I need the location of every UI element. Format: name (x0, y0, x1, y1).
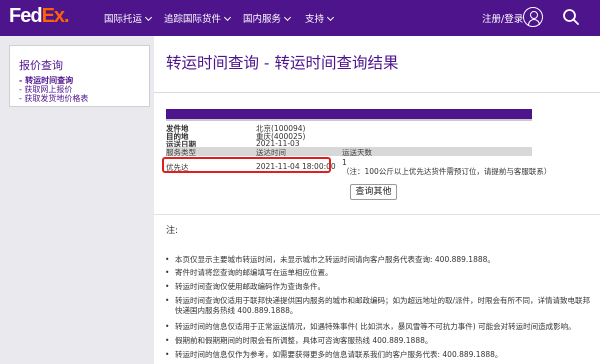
note-item: 本页仅显示主要城市转运时间，未显示城市之转运时间请向客户服务代表查询: 400.… (165, 255, 591, 265)
highlight-box (162, 157, 331, 173)
nav-label: 国内服务 (243, 14, 282, 25)
search-again-button[interactable]: 查询其他 (350, 184, 397, 200)
search-icon[interactable] (562, 8, 580, 26)
nav-support[interactable]: 支持 (305, 11, 335, 25)
note-item: 转运时间的信息仅作为参考，如需要获得更多的信息请联系我们的客户服务代表: 400… (165, 350, 591, 360)
nav-label: 支持 (305, 14, 325, 25)
divider (154, 92, 600, 93)
sidebar-item-rate-table[interactable]: - 获取发货地价格表 (19, 93, 88, 104)
results-table-header: 服务类型 送达时间 运送天数 (166, 147, 532, 157)
note-item: 转运时间查询仅使用邮政编码作为查询条件。 (165, 282, 591, 292)
nav-label: 国际托运 (104, 14, 143, 25)
nav-track-international[interactable]: 追踪国际货件 (164, 11, 232, 25)
chevron-down-icon (223, 13, 232, 22)
result-header-bar (166, 109, 532, 119)
note-item: 转运时间的信息仅适用于正常运送情况，如遇特殊事件( 比如洪水，暴风雪等不可抗力事… (165, 322, 591, 332)
row-note: （注：100公斤以上优先达货件需预订位，请提前与客服联系） (342, 167, 552, 176)
nav-international-shipping[interactable]: 国际托运 (104, 11, 153, 25)
logo-fed: Fed (9, 5, 43, 27)
user-icon[interactable] (523, 7, 543, 27)
nav-domestic-service[interactable]: 国内服务 (243, 11, 292, 25)
result-header-underline (166, 119, 532, 121)
note-item: 转运时间查询仅适用于联邦快递提供国内服务的城市和邮政编码；如为超远地址的取/派件… (165, 296, 591, 316)
main-content: 转运时间查询 - 转运时间查询结果 发件地 北京(100094) 目的地 重庆(… (154, 36, 600, 364)
sidebar: 报价查询 - 转运时间查询 - 获取网上报价 - 获取发货地价格表 (9, 45, 150, 107)
note-item: 寄件时请将您查询的邮编填写在运单相应位置。 (165, 268, 591, 278)
logo-ex: Ex. (41, 5, 70, 27)
top-nav-bar: FedEx. 国际托运 追踪国际货件 国内服务 支持 注册/登录 (0, 0, 600, 36)
user-icon-body (527, 19, 540, 25)
divider (154, 214, 600, 215)
sidebar-title: 报价查询 (19, 59, 63, 72)
fedex-logo[interactable]: FedEx. (9, 5, 70, 28)
user-icon-head (529, 11, 538, 19)
page-title: 转运时间查询 - 转运时间查询结果 (166, 54, 399, 72)
login-link[interactable]: 注册/登录 (482, 11, 523, 25)
note-item: 假期前和假期期间的时限会有所调整，具体可咨询客服热线 400.889.1888。 (165, 336, 591, 346)
chevron-down-icon (326, 13, 335, 22)
chevron-down-icon (144, 13, 153, 22)
header-transit-days: 运送天数 (342, 148, 372, 157)
chevron-down-icon (283, 13, 292, 22)
nav-label: 追踪国际货件 (164, 14, 222, 25)
notes-title: 注: (166, 226, 179, 236)
